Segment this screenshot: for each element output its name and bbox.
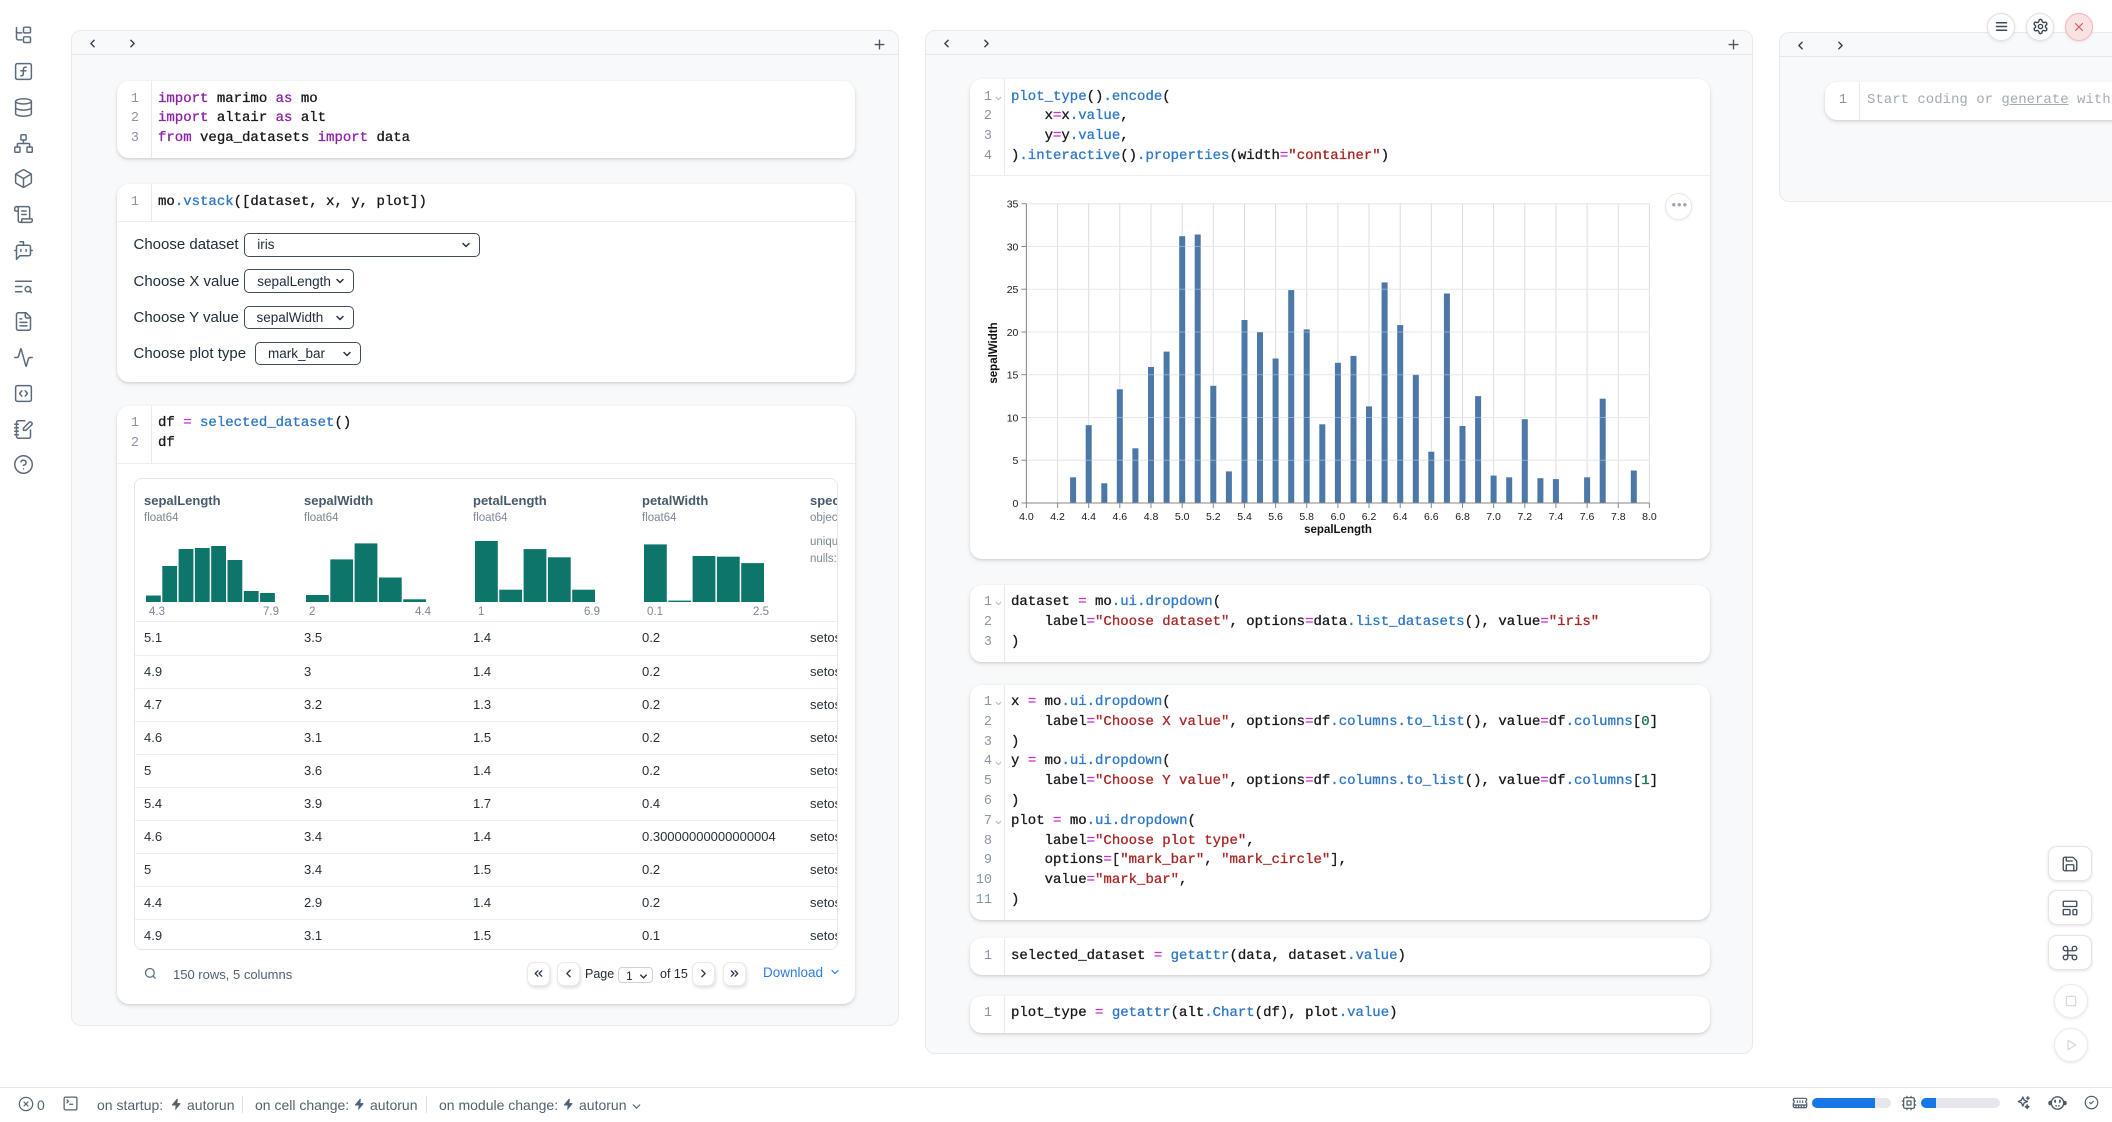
svg-text:15: 15	[1007, 370, 1019, 382]
svg-text:4.8: 4.8	[1144, 511, 1159, 523]
svg-text:5.6: 5.6	[1268, 511, 1283, 523]
svg-text:5.2: 5.2	[1206, 511, 1221, 523]
svg-text:6.2: 6.2	[1362, 511, 1377, 523]
svg-text:5: 5	[1013, 455, 1019, 467]
svg-text:7.4: 7.4	[1549, 511, 1564, 523]
svg-text:6.4: 6.4	[1393, 511, 1408, 523]
svg-text:sepalWidth: sepalWidth	[988, 322, 1000, 383]
svg-text:5.8: 5.8	[1299, 511, 1314, 523]
svg-text:6.6: 6.6	[1424, 511, 1439, 523]
svg-text:7.2: 7.2	[1517, 511, 1532, 523]
svg-text:35: 35	[1007, 199, 1019, 211]
svg-text:20: 20	[1007, 327, 1019, 339]
svg-text:5.4: 5.4	[1237, 511, 1252, 523]
svg-text:30: 30	[1007, 241, 1019, 253]
svg-text:4.4: 4.4	[1081, 511, 1096, 523]
svg-text:7.0: 7.0	[1486, 511, 1501, 523]
svg-text:25: 25	[1007, 284, 1019, 296]
svg-text:6.0: 6.0	[1331, 511, 1346, 523]
svg-text:4.2: 4.2	[1050, 511, 1065, 523]
svg-text:5.0: 5.0	[1175, 511, 1190, 523]
svg-text:4.0: 4.0	[1019, 511, 1034, 523]
svg-text:7.8: 7.8	[1611, 511, 1626, 523]
svg-text:0: 0	[1013, 498, 1019, 510]
svg-text:8.0: 8.0	[1642, 511, 1657, 523]
svg-text:6.8: 6.8	[1455, 511, 1470, 523]
svg-text:10: 10	[1007, 412, 1019, 424]
svg-text:4.6: 4.6	[1112, 511, 1127, 523]
svg-text:sepalLength: sepalLength	[1304, 524, 1372, 536]
svg-text:7.6: 7.6	[1580, 511, 1595, 523]
